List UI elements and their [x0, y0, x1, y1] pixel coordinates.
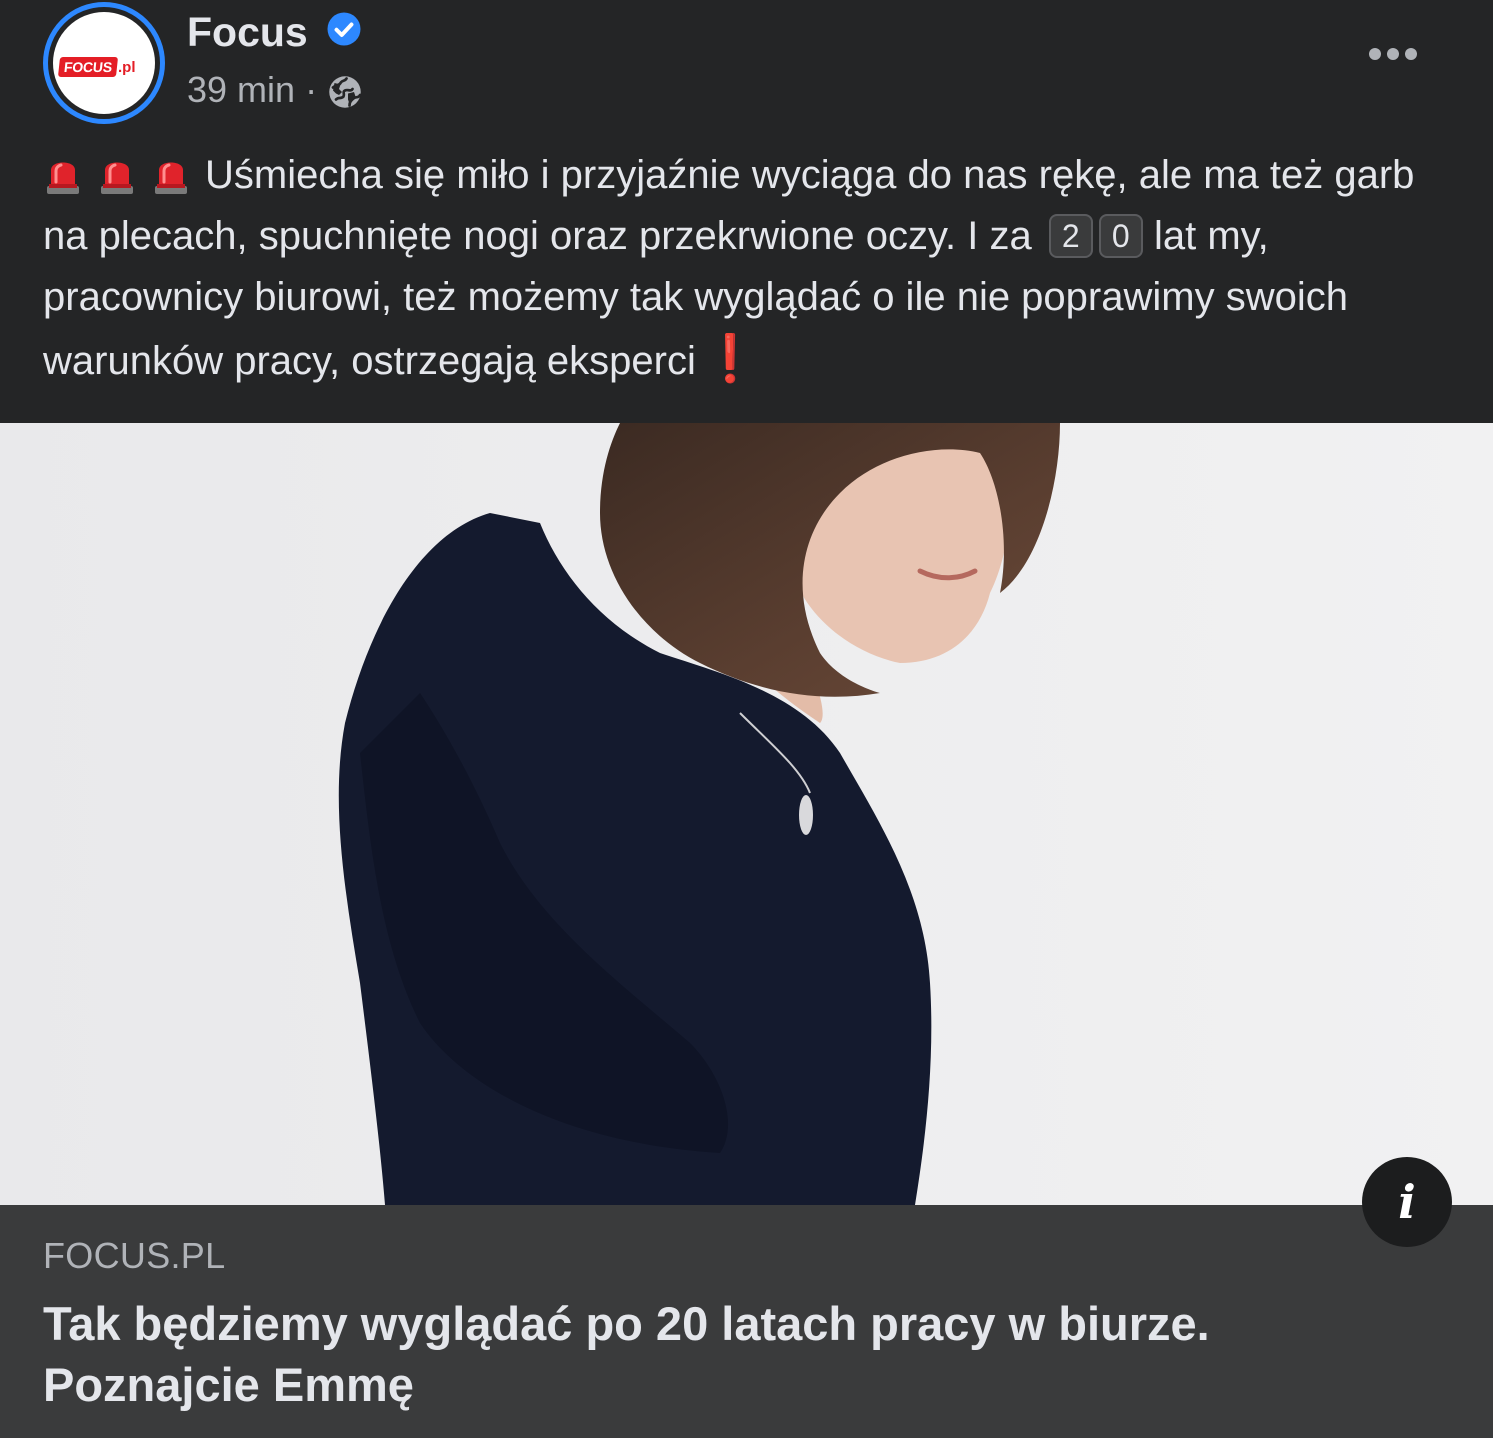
link-preview-image[interactable]: [0, 423, 1493, 1205]
focus-logo: FOCUS .pl: [57, 56, 151, 78]
post-header: FOCUS .pl Focus 39 min ·: [0, 0, 1493, 140]
info-icon[interactable]: i: [1362, 1157, 1452, 1247]
dot-3: [1405, 48, 1417, 60]
more-options-icon[interactable]: [1354, 28, 1432, 80]
police-siren-icon: [155, 162, 187, 194]
keycap-digit-icon: 2: [1048, 214, 1093, 258]
logo-suffix: .pl: [118, 58, 136, 76]
link-domain: FOCUS.PL: [43, 1235, 226, 1276]
exclamation-icon: ❗: [701, 332, 760, 384]
avatar-image: FOCUS .pl: [53, 12, 155, 114]
post-body-text: Uśmiecha się miło i przyjaźnie wyciąga d…: [43, 145, 1463, 392]
info-icon-glyph: i: [1398, 1175, 1416, 1229]
verified-badge-icon: [327, 12, 361, 46]
globe-icon[interactable]: [327, 74, 363, 110]
police-siren-icon: [101, 162, 133, 194]
page-name-row: Focus: [187, 6, 362, 58]
page-name[interactable]: Focus: [187, 6, 308, 58]
woman-photo: [0, 423, 1493, 1205]
page-avatar[interactable]: FOCUS .pl: [43, 2, 165, 124]
dot-1: [1369, 48, 1381, 60]
link-title[interactable]: Tak będziemy wyglądać po 20 latach pracy…: [43, 1293, 1423, 1415]
logo-text: FOCUS: [57, 57, 119, 77]
meta-separator: ·: [305, 69, 318, 110]
dot-2: [1387, 48, 1399, 60]
link-preview-box[interactable]: FOCUS.PL Tak będziemy wyglądać po 20 lat…: [0, 1205, 1493, 1438]
post-meta: 39 min ·: [187, 67, 363, 113]
post-timestamp[interactable]: 39 min: [187, 67, 295, 113]
police-siren-icon: [47, 162, 79, 194]
facebook-post: FOCUS .pl Focus 39 min · Uśmiecha się mi…: [0, 0, 1493, 1438]
keycap-digit-icon: 0: [1098, 214, 1143, 258]
